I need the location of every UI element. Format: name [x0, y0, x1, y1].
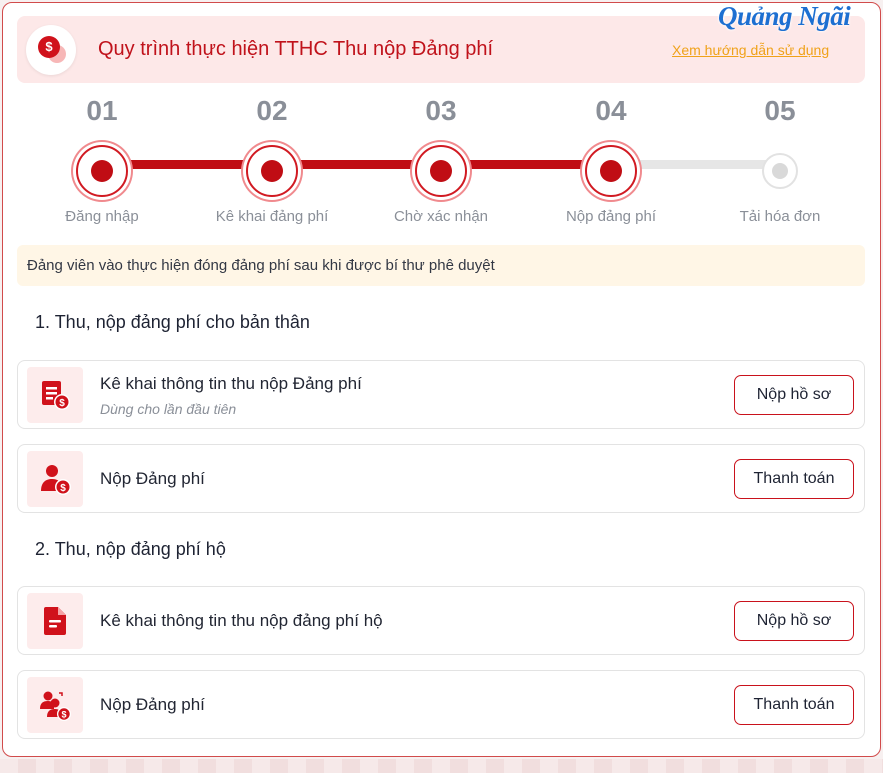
- step-pending-dot-icon: [762, 153, 798, 189]
- pay-button[interactable]: Thanh toán: [734, 459, 854, 499]
- list-item-pay: $ Nộp Đảng phí Thanh toán: [17, 444, 865, 513]
- step-done-dot-icon: [415, 145, 467, 197]
- submit-file-button[interactable]: Nộp hồ sơ: [734, 601, 854, 641]
- file-icon: [27, 593, 83, 649]
- list-item-declare: $ Kê khai thông tin thu nộp Đảng phí Dùn…: [17, 360, 865, 429]
- svg-text:$: $: [60, 483, 66, 494]
- pay-button[interactable]: Thanh toán: [734, 685, 854, 725]
- step-done-dot-icon: [585, 145, 637, 197]
- step-2: 02 Kê khai đảng phí: [187, 95, 357, 225]
- section-title-self: 1. Thu, nộp đảng phí cho bản thân: [35, 312, 310, 332]
- step-label: Chờ xác nhận: [393, 208, 489, 225]
- section-title-proxy: 2. Thu, nộp đảng phí hộ: [35, 539, 226, 559]
- item-title: Nộp Đảng phí: [100, 695, 205, 714]
- step-number: 03: [425, 95, 457, 126]
- step-number: 01: [86, 95, 118, 126]
- process-stepper: 01 Đăng nhập 02 Kê khai đảng phí 03 Chờ …: [0, 0, 883, 240]
- step-number: 02: [256, 95, 288, 126]
- step-label: Kê khai đảng phí: [215, 208, 329, 225]
- step-4: 04 Nộp đảng phí: [526, 95, 696, 225]
- coin-dollar-icon: $: [38, 36, 60, 58]
- user-money-icon: $: [27, 451, 83, 507]
- users-money-icon: $: [27, 677, 83, 733]
- svg-text:$: $: [59, 398, 65, 409]
- list-item-declare-proxy: Kê khai thông tin thu nộp đảng phí hộ Nộ…: [17, 586, 865, 655]
- item-title: Kê khai thông tin thu nộp đảng phí hộ: [100, 611, 383, 630]
- item-title: Nộp Đảng phí: [100, 469, 205, 488]
- document-money-icon: $: [27, 367, 83, 423]
- step-label: Tải hóa đơn: [739, 208, 821, 225]
- step-label: Nộp đảng phí: [565, 208, 657, 225]
- item-subtitle: Dùng cho lần đầu tiên: [100, 401, 237, 417]
- list-item-pay-proxy: $ Nộp Đảng phí Thanh toán: [17, 670, 865, 739]
- step-number: 04: [595, 95, 627, 126]
- step-label: Đăng nhập: [65, 208, 139, 225]
- item-title: Kê khai thông tin thu nộp Đảng phí: [100, 374, 362, 393]
- svg-text:$: $: [61, 710, 66, 720]
- step-5: 05 Tải hóa đơn: [695, 95, 865, 225]
- step-done-dot-icon: [246, 145, 298, 197]
- step-3: 03 Chờ xác nhận: [356, 95, 526, 225]
- background-pattern: [0, 759, 883, 773]
- info-notice: Đảng viên vào thực hiện đóng đảng phí sa…: [17, 245, 865, 286]
- step-number: 05: [764, 95, 796, 126]
- submit-file-button[interactable]: Nộp hồ sơ: [734, 375, 854, 415]
- step-1: 01 Đăng nhập: [17, 95, 187, 225]
- step-done-dot-icon: [76, 145, 128, 197]
